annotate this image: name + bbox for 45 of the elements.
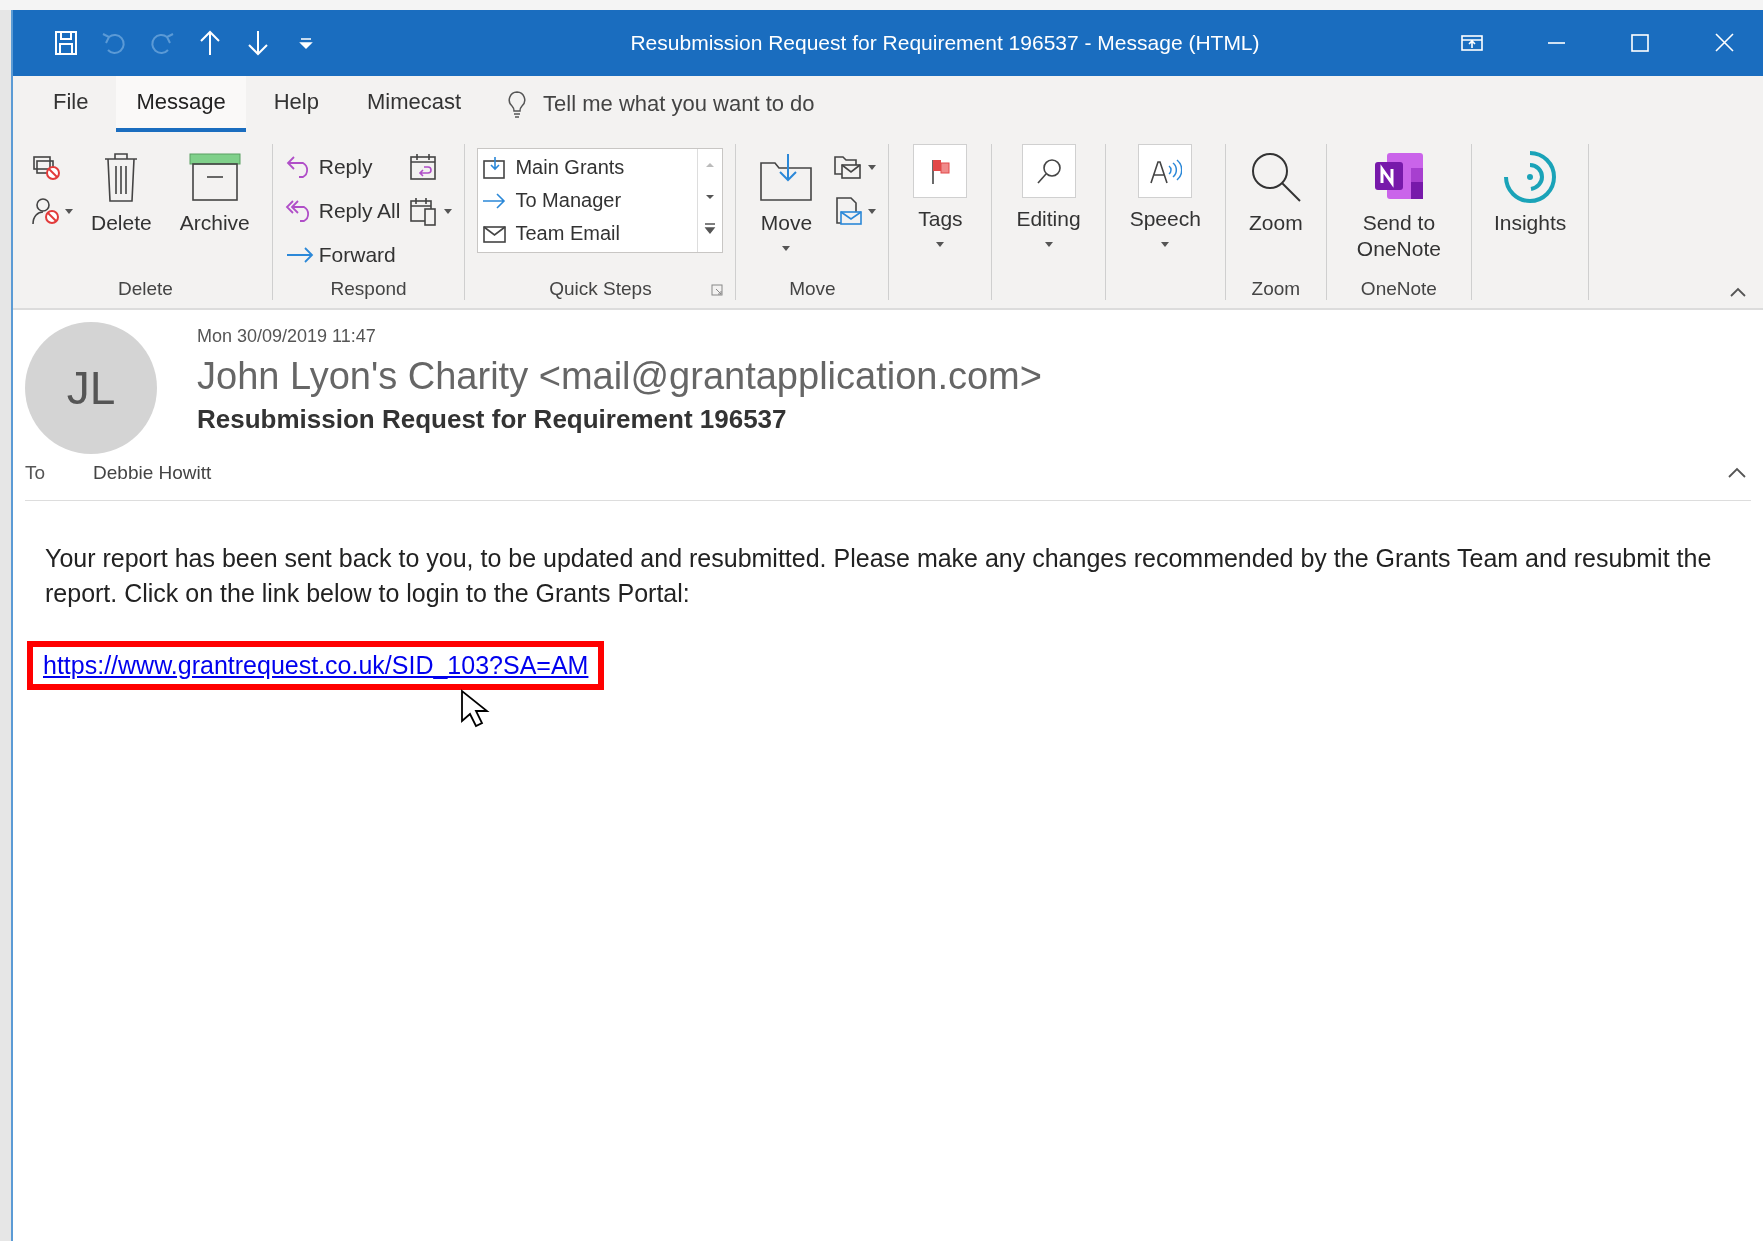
sender-name: John Lyon's Charity <mail@grantapplication.com>	[197, 355, 1042, 398]
avatar: JL	[25, 322, 157, 454]
group-label: Quick Steps	[549, 278, 652, 300]
ribbon-button[interactable]: Forward	[284, 236, 401, 274]
to-label: To	[25, 462, 46, 484]
group-label: Zoom	[1251, 278, 1301, 300]
group-label: OneNote	[1360, 278, 1437, 300]
ribbon-tab[interactable]: Mimecast	[347, 76, 482, 132]
speech-icon	[1148, 156, 1183, 186]
archive-box-icon	[186, 151, 243, 203]
quick-step-item[interactable]: Main Grants	[482, 151, 688, 184]
group-label: Delete	[117, 278, 173, 300]
ribbon-button[interactable]: Reply All	[284, 192, 401, 230]
junk-icon	[31, 196, 61, 226]
ribbon-button[interactable]: Reply	[284, 148, 401, 186]
message-text: Your report has been sent back to you, to be updated and resubmitted. Please make any changes recommended by the Grants Team and resubmit the report. Click on the link below to login to the Grants Portal:	[45, 543, 1713, 609]
tell-me-field[interactable]: Tell me what you want to do	[541, 90, 966, 118]
quick-step-item[interactable]: Team Email	[482, 217, 688, 250]
ribbon-button[interactable]: Delete	[81, 144, 162, 236]
collapse-ribbon-icon[interactable]	[1729, 286, 1747, 298]
ribbon-tab[interactable]: Message	[116, 76, 246, 132]
collapse-header-icon[interactable]	[1727, 467, 1747, 479]
folder-arrow-icon	[758, 151, 815, 203]
insights-icon	[1502, 149, 1559, 205]
group-label: Move	[789, 278, 836, 300]
dialog-launcher-icon[interactable]	[711, 284, 724, 296]
quick-step-item[interactable]: To Manager	[482, 184, 688, 217]
ribbon-button[interactable]: Archive	[169, 144, 260, 236]
group-label: Respond	[330, 278, 407, 300]
recipient-name: Debbie Howitt	[93, 462, 213, 484]
ribbon-tab[interactable]: File	[33, 76, 109, 132]
ribbon-button[interactable]: Speech	[1117, 144, 1213, 247]
sent-date: Mon 30/09/2019 11:47	[197, 326, 377, 347]
ribbon-button[interactable]: Zoom	[1237, 144, 1314, 236]
ribbon-button[interactable]: Insights	[1483, 144, 1577, 236]
message-subject: Resubmission Request for Requirement 196537	[197, 404, 788, 435]
ribbon-button[interactable]: Tags	[901, 144, 980, 247]
ribbon-button[interactable]: Send to OneNote	[1338, 144, 1459, 262]
portal-link[interactable]: https://www.grantrequest.co.uk/SID_103?SA=AM	[43, 651, 589, 679]
window-title: Resubmission Request for Requirement 196537 - Message (HTML)	[629, 31, 1261, 55]
ribbon-tab[interactable]: Help	[253, 76, 339, 132]
ribbon-button[interactable]: Editing	[1004, 144, 1093, 247]
ignore-icon	[31, 153, 61, 181]
ribbon-button[interactable]: Move	[748, 144, 825, 251]
quick-step-icon	[482, 155, 508, 180]
